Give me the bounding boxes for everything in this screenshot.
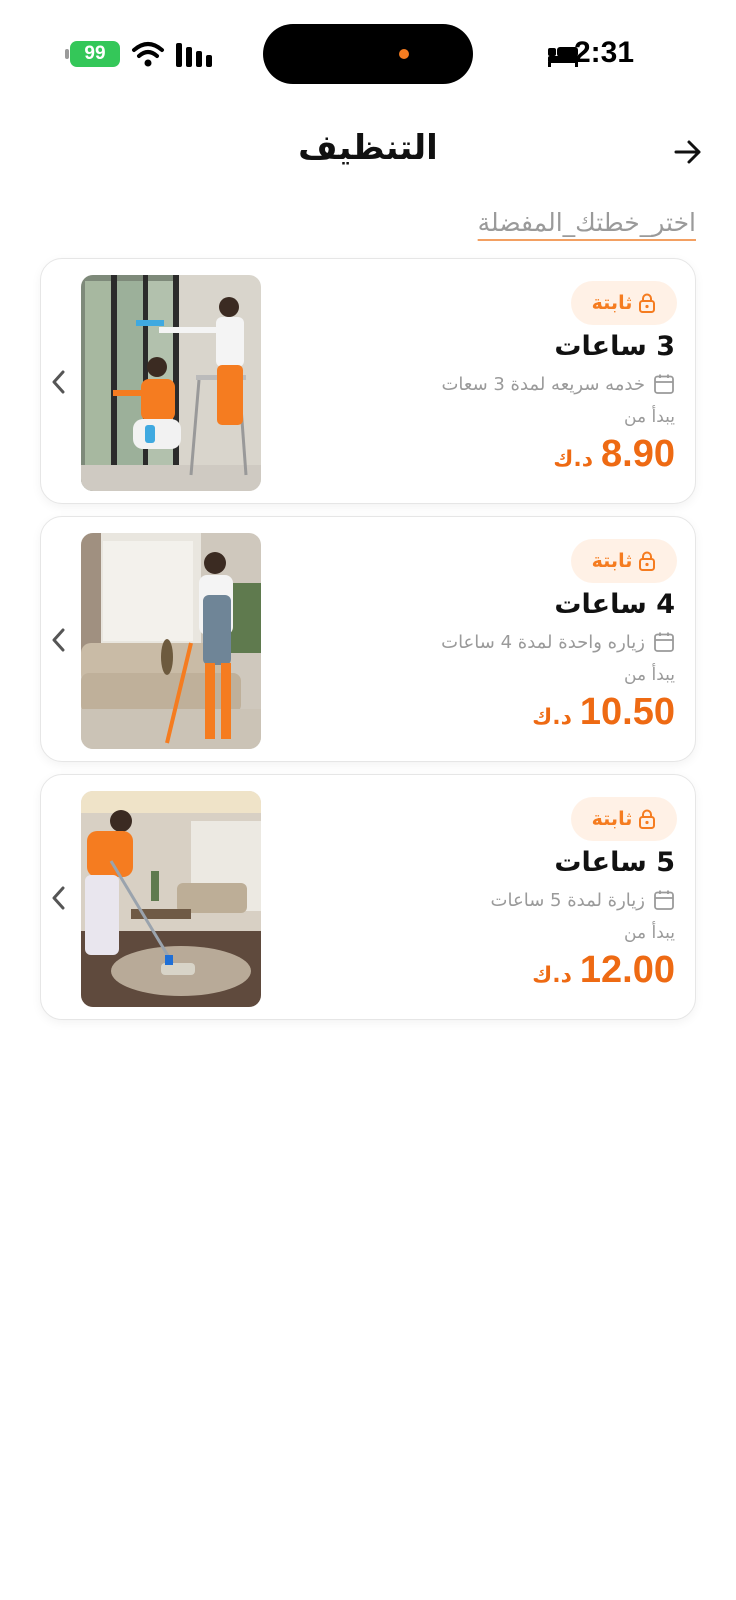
lock-icon <box>639 551 656 571</box>
lock-icon <box>639 809 656 829</box>
calendar-icon <box>654 632 674 652</box>
page-title: التنظيف <box>298 128 438 168</box>
starts-from-label: يبدأ من <box>624 665 675 685</box>
plan-description-text: خدمه سريعه لمدة 3 سعات <box>441 373 645 395</box>
plan-photo-floor-mopping <box>81 791 261 1007</box>
chevron-left-icon[interactable] <box>47 625 71 655</box>
plan-price: د.ك 10.50 <box>532 691 675 734</box>
plan-description: خدمه سريعه لمدة 3 سعات <box>441 373 675 395</box>
price-amount: 8.90 <box>601 433 675 475</box>
plan-price: د.ك 12.00 <box>532 949 675 992</box>
badge-label: ثابتة <box>591 292 633 314</box>
price-currency: د.ك <box>532 705 572 730</box>
wifi-icon <box>132 42 164 67</box>
calendar-icon <box>654 374 674 394</box>
calendar-icon <box>654 890 674 910</box>
plan-title: 4 ساعات <box>554 589 675 620</box>
dynamic-island <box>263 24 473 84</box>
price-amount: 12.00 <box>579 949 675 991</box>
chevron-left-icon[interactable] <box>47 367 71 397</box>
plan-card-4-hours[interactable]: ثابتة 4 ساعات زياره واحدة لمدة 4 ساعات ي… <box>40 516 696 762</box>
plan-card-5-hours[interactable]: ثابتة 5 ساعات زيارة لمدة 5 ساعات يبدأ من… <box>40 774 696 1020</box>
plan-title: 3 ساعات <box>554 331 675 362</box>
cellular-signal-icon <box>176 43 212 67</box>
plan-photo-living-room-cleaning <box>81 533 261 749</box>
badge-label: ثابتة <box>591 550 633 572</box>
recording-indicator-icon <box>399 49 409 59</box>
price-currency: د.ك <box>553 447 594 472</box>
starts-from-label: يبدأ من <box>624 923 675 943</box>
lock-icon <box>639 293 656 313</box>
plan-description: زيارة لمدة 5 ساعات <box>491 889 675 911</box>
status-bar: 99 2:31 <box>0 0 736 110</box>
badge-label: ثابتة <box>591 808 633 830</box>
plan-type-badge: ثابتة <box>571 281 677 325</box>
price-amount: 10.50 <box>579 691 675 733</box>
plan-card-3-hours[interactable]: ثابتة 3 ساعات خدمه سريعه لمدة 3 سعات يبد… <box>40 258 696 504</box>
starts-from-label: يبدأ من <box>624 407 675 427</box>
price-currency: د.ك <box>532 963 572 988</box>
battery-cap <box>65 49 69 59</box>
plan-description-text: زيارة لمدة 5 ساعات <box>490 889 645 911</box>
plan-description: زياره واحدة لمدة 4 ساعات <box>441 631 675 653</box>
plan-type-badge: ثابتة <box>571 539 677 583</box>
choose-plan-subtitle: اختر_خطتك_المفضلة <box>477 208 696 237</box>
chevron-left-icon[interactable] <box>47 883 71 913</box>
status-time: 2:31 <box>573 36 634 69</box>
plan-photo-window-cleaning <box>81 275 261 491</box>
battery-level: 99 <box>84 43 106 64</box>
plan-price: د.ك 8.90 <box>553 433 675 476</box>
plan-type-badge: ثابتة <box>571 797 677 841</box>
battery-indicator: 99 <box>70 41 120 67</box>
plan-title: 5 ساعات <box>554 847 675 878</box>
plan-description-text: زياره واحدة لمدة 4 ساعات <box>441 631 645 653</box>
